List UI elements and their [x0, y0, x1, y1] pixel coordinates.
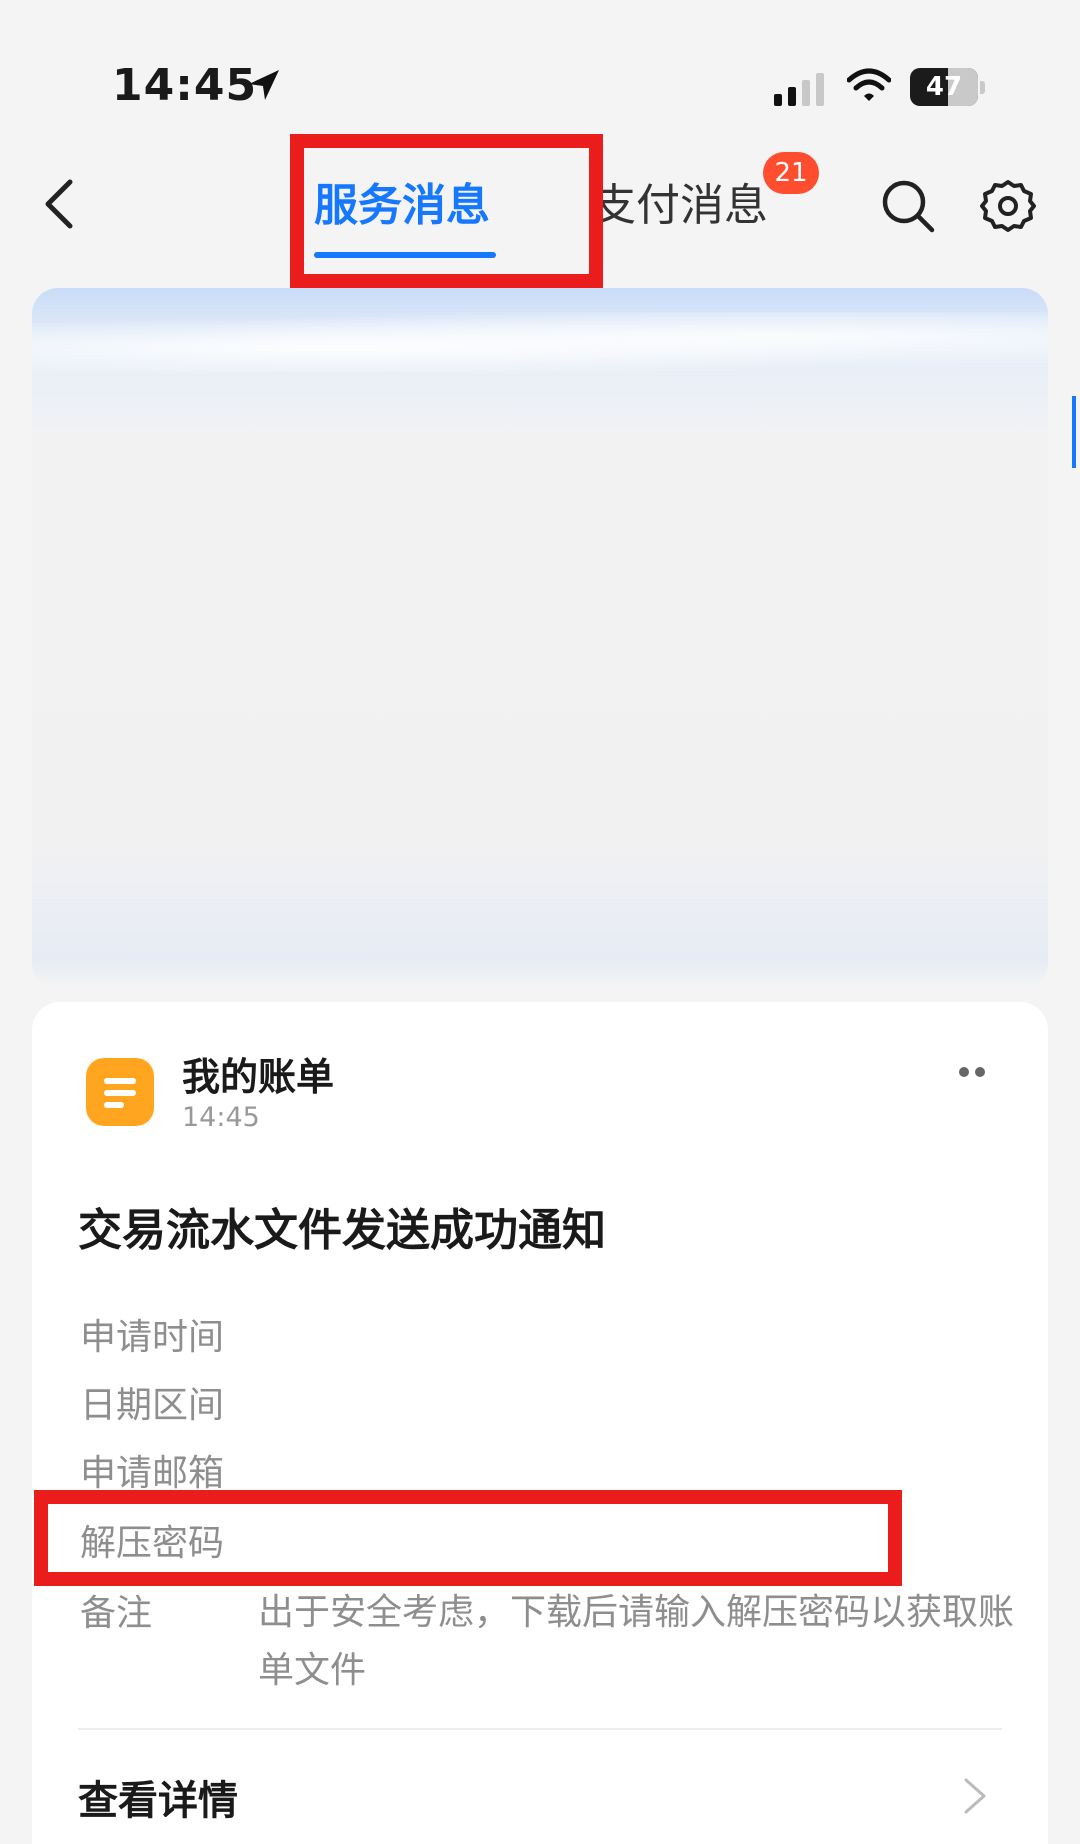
edge-indicator — [1072, 396, 1080, 468]
battery-icon: 47 — [910, 68, 986, 108]
battery-level: 47 — [925, 72, 963, 102]
search-icon[interactable] — [880, 178, 936, 234]
message-time: 14:45 — [182, 1102, 260, 1133]
tab-service-messages[interactable]: 服务消息 — [314, 176, 490, 236]
more-options-icon[interactable] — [952, 1062, 992, 1082]
app-name: 我的账单 — [182, 1055, 335, 1099]
divider — [78, 1728, 1002, 1730]
view-details-link[interactable]: 查看详情 — [78, 1768, 238, 1826]
tab-payment-messages[interactable]: 支付消息 — [592, 176, 768, 236]
banner-area — [32, 288, 1048, 988]
back-icon[interactable] — [36, 176, 88, 232]
field-label-date-range: 日期区间 — [80, 1385, 225, 1426]
screen: 14:45 47 服务消息 支付消息 21 我的账单 14:45 交易流水文件发… — [0, 0, 1080, 1844]
field-label-remark: 备注 — [80, 1593, 153, 1634]
cellular-signal-icon — [774, 73, 824, 106]
bill-app-icon — [86, 1058, 154, 1126]
message-card[interactable]: 我的账单 14:45 交易流水文件发送成功通知 申请时间 日期区间 申请邮箱 解… — [32, 1002, 1048, 1844]
chevron-right-icon[interactable] — [960, 1774, 990, 1818]
remark-value: 出于安全考虑，下载后请输入解压密码以获取账单文件 — [258, 1592, 1015, 1691]
banner-cloud — [32, 312, 1048, 372]
field-label-email: 申请邮箱 — [80, 1453, 225, 1494]
message-title: 交易流水文件发送成功通知 — [78, 1205, 606, 1256]
active-tab-indicator — [314, 252, 496, 258]
status-time: 14:45 — [112, 60, 258, 111]
wifi-icon — [847, 68, 891, 101]
field-label-unzip-password: 解压密码 — [80, 1523, 225, 1564]
status-bar: 14:45 47 — [0, 0, 1080, 120]
gear-icon[interactable] — [980, 178, 1036, 234]
field-label-request-time: 申请时间 — [80, 1317, 225, 1358]
unread-badge: 21 — [763, 152, 819, 194]
location-arrow-icon — [249, 70, 279, 100]
